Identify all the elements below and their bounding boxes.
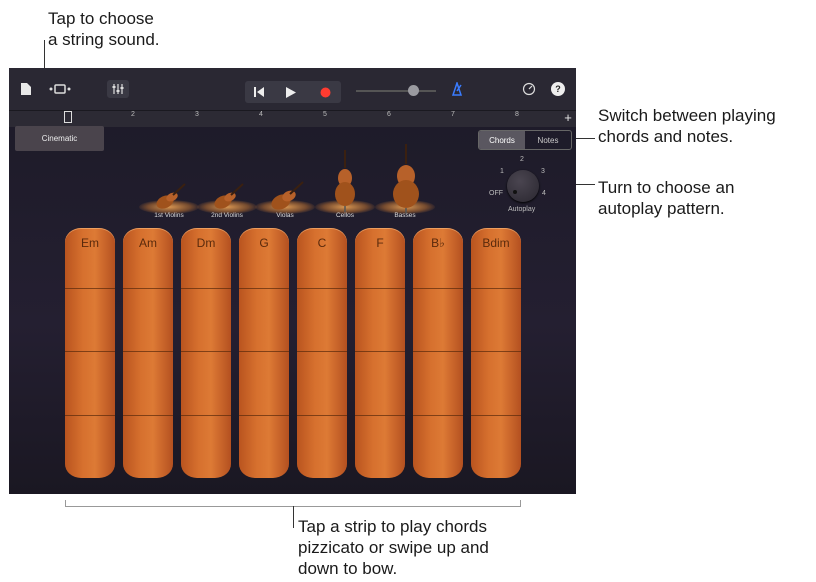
chord-strip-bflat[interactable]: B♭	[413, 228, 463, 478]
browser-icon[interactable]	[47, 81, 73, 97]
chord-strip-f[interactable]: F	[355, 228, 405, 478]
go-to-beginning-icon[interactable]	[251, 85, 267, 99]
control-bar: ?	[9, 68, 576, 110]
autoplay-knob-indicator	[513, 190, 517, 194]
garageband-screen: ? 1 2 3 4 5 6 7 8 + Cinematic Chords Not…	[9, 68, 576, 494]
ruler-mark-6: 6	[387, 111, 391, 118]
chords-notes-switch[interactable]: Chords Notes	[478, 130, 572, 150]
help-icon[interactable]: ?	[551, 82, 565, 96]
ruler[interactable]: 1 2 3 4 5 6 7 8 +	[9, 110, 576, 127]
ruler-mark-8: 8	[515, 111, 519, 118]
volume-knob[interactable]	[408, 85, 419, 96]
transport-controls	[245, 81, 341, 103]
ruler-mark-2: 2	[131, 111, 135, 118]
callout-strip-line	[293, 506, 294, 528]
chord-label: F	[376, 236, 384, 250]
chord-strip-dm[interactable]: Dm	[181, 228, 231, 478]
chord-label: Am	[139, 236, 157, 250]
autoplay-knob[interactable]	[507, 170, 539, 202]
basses-icon[interactable]	[391, 144, 421, 214]
instrument-label-cellos: Cellos	[335, 212, 355, 219]
ruler-mark-5: 5	[323, 111, 327, 118]
autoplay-label: Autoplay	[508, 206, 536, 213]
chords-mode-button[interactable]: Chords	[479, 131, 525, 149]
cellos-icon[interactable]	[333, 150, 357, 212]
chord-strip-bdim[interactable]: Bdim	[471, 228, 521, 478]
chord-strip-em[interactable]: Em	[65, 228, 115, 478]
notes-mode-button[interactable]: Notes	[525, 131, 571, 149]
chord-label: Dm	[196, 236, 216, 250]
instrument-stage: 1st Violins 2nd Violins Violas Cellos Ba…	[135, 144, 455, 224]
callout-strip: Tap a strip to play chords pizzicato or …	[298, 517, 489, 578]
settings-icon[interactable]	[521, 81, 537, 97]
ruler-mark-4: 4	[259, 111, 263, 118]
callout-string-sound: Tap to choose a string sound.	[48, 9, 160, 49]
callout-autoplay: Turn to choose an autoplay pattern.	[598, 178, 735, 218]
violas-icon[interactable]	[269, 180, 305, 212]
second-violins-icon[interactable]	[211, 182, 245, 212]
chord-strip-c[interactable]: C	[297, 228, 347, 478]
callout-switch-mode: Switch between playing chords and notes.	[598, 106, 776, 146]
mixer-icon[interactable]	[107, 80, 129, 98]
chord-label: B♭	[431, 236, 445, 250]
add-section-button[interactable]: +	[562, 110, 574, 125]
ruler-mark-3: 3	[195, 111, 199, 118]
autoplay-pattern-1: 1	[500, 168, 504, 175]
master-volume-slider[interactable]	[356, 85, 436, 96]
instrument-label-basses: Basses	[394, 212, 416, 219]
record-icon[interactable]	[317, 85, 333, 99]
chord-strip-am[interactable]: Am	[123, 228, 173, 478]
autoplay-pattern-4: 4	[542, 190, 546, 197]
metronome-icon[interactable]	[449, 81, 465, 97]
autoplay-off: OFF	[489, 190, 503, 197]
play-icon[interactable]	[283, 85, 299, 99]
chord-label: Bdim	[482, 236, 510, 250]
instrument-label-2nd-violins: 2nd Violins	[211, 212, 243, 219]
autoplay-pattern-2: 2	[520, 156, 524, 163]
chord-strip-g[interactable]: G	[239, 228, 289, 478]
autoplay-pattern-3: 3	[541, 168, 545, 175]
chord-label: C	[317, 236, 327, 250]
chord-label: G	[259, 236, 269, 250]
first-violins-icon[interactable]	[153, 182, 187, 212]
playhead[interactable]	[64, 111, 72, 123]
chord-label: Em	[81, 236, 99, 250]
sound-selector-button[interactable]: Cinematic	[15, 126, 104, 151]
my-songs-icon[interactable]	[18, 81, 34, 97]
sound-name: Cinematic	[41, 134, 78, 143]
instrument-label-violas: Violas	[276, 212, 294, 219]
instrument-label-1st-violins: 1st Violins	[154, 212, 184, 219]
ruler-mark-7: 7	[451, 111, 455, 118]
